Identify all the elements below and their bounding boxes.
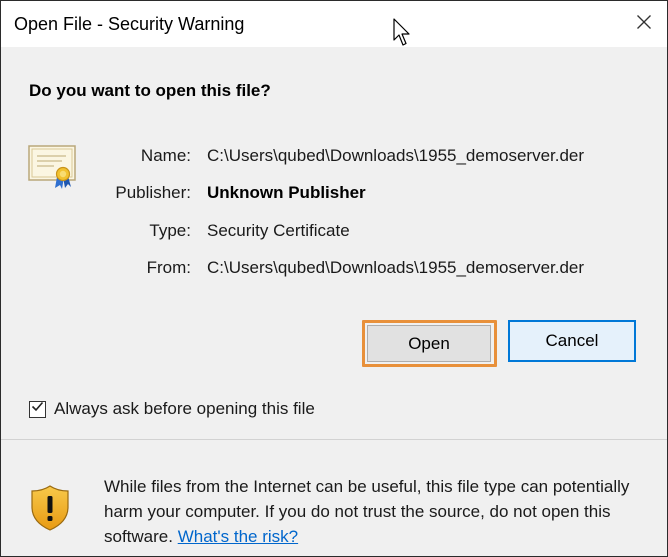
- cancel-button[interactable]: Cancel: [508, 320, 636, 362]
- always-ask-label: Always ask before opening this file: [54, 399, 315, 418]
- open-button-label: Open: [408, 333, 450, 353]
- whats-the-risk-link[interactable]: What's the risk?: [178, 527, 298, 546]
- name-label: Name:: [140, 146, 191, 165]
- publisher-label: Publisher:: [115, 183, 191, 202]
- always-ask-option[interactable]: Always ask before opening this file: [29, 399, 315, 419]
- mouse-cursor-icon: [393, 18, 413, 53]
- from-label: From:: [146, 258, 191, 277]
- open-button[interactable]: Open: [367, 325, 491, 362]
- type-value: Security Certificate: [207, 221, 350, 240]
- dialog-question: Do you want to open this file?: [29, 81, 271, 100]
- type-label: Type:: [149, 221, 191, 240]
- title-bar[interactable]: Open File - Security Warning: [1, 1, 667, 47]
- publisher-value: Unknown Publisher: [207, 183, 366, 202]
- shield-warning-icon: [30, 485, 70, 536]
- from-value: C:\Users\qubed\Downloads\1955_demoserver…: [207, 258, 585, 277]
- warning-message: While files from the Internet can be use…: [104, 474, 649, 549]
- close-button[interactable]: [621, 1, 667, 47]
- window-title: Open File - Security Warning: [14, 14, 245, 34]
- cancel-button-label: Cancel: [545, 331, 599, 350]
- check-icon: [31, 400, 44, 418]
- close-icon: [636, 14, 652, 35]
- always-ask-checkbox[interactable]: [29, 400, 46, 418]
- name-value: C:\Users\qubed\Downloads\1955_demoserver…: [207, 146, 585, 165]
- security-warning-dialog: Open File - Security Warning Do you want…: [0, 0, 668, 557]
